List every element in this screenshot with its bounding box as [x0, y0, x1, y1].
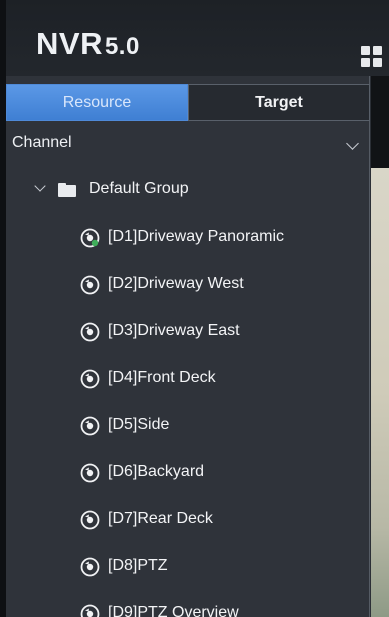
tab-resource[interactable]: Resource — [6, 84, 188, 121]
tree-item-camera[interactable]: [D6]Backyard — [6, 457, 370, 504]
tree-item-camera[interactable]: [D3]Driveway East — [6, 316, 370, 363]
camera-list: [D1]Driveway Panoramic [D2]Driveway West [… — [6, 222, 370, 617]
folder-icon — [58, 183, 76, 197]
tree-item-camera[interactable]: [D5]Side — [6, 410, 370, 457]
camera-label: [D5]Side — [108, 416, 170, 433]
top-bar: NVR5.0 — [6, 0, 389, 76]
layout-grid-icon[interactable] — [361, 46, 383, 68]
camera-online-icon — [80, 557, 100, 577]
camera-online-icon — [80, 275, 100, 295]
tab-target[interactable]: Target — [188, 84, 370, 121]
camera-online-icon — [80, 604, 100, 617]
camera-online-icon — [80, 228, 100, 248]
live-view-area[interactable] — [371, 76, 389, 617]
camera-label: [D2]Driveway West — [108, 275, 244, 292]
camera-online-icon — [80, 322, 100, 342]
app-logo: NVR5.0 — [36, 26, 140, 62]
camera-label: [D9]PTZ Overview — [108, 604, 239, 617]
brand-version: 5.0 — [104, 33, 140, 60]
camera-label: [D3]Driveway East — [108, 322, 240, 339]
chevron-down-icon[interactable] — [346, 137, 359, 150]
camera-label: [D8]PTZ — [108, 557, 168, 574]
camera-online-icon — [80, 463, 100, 483]
tree-item-camera[interactable]: [D8]PTZ — [6, 551, 370, 598]
camera-preview-image — [371, 168, 389, 617]
tree-item-camera[interactable]: [D9]PTZ Overview — [6, 598, 370, 617]
camera-label: [D4]Front Deck — [108, 369, 216, 386]
tree-group-default[interactable]: Default Group — [6, 176, 370, 204]
nvr-screen: NVR5.0 Resource Target Channel Default G… — [6, 0, 389, 617]
group-label: Default Group — [89, 180, 189, 197]
camera-online-icon — [80, 369, 100, 389]
brand-name: NVR — [36, 26, 103, 61]
camera-label: [D6]Backyard — [108, 463, 205, 480]
resource-panel: Resource Target Channel Default Group [D… — [6, 76, 370, 617]
tree-item-camera[interactable]: [D4]Front Deck — [6, 363, 370, 410]
camera-label: [D1]Driveway Panoramic — [108, 228, 285, 245]
tree-item-camera[interactable]: [D7]Rear Deck — [6, 504, 370, 551]
channel-tree-header[interactable]: Channel — [6, 130, 370, 158]
camera-online-icon — [80, 510, 100, 530]
channel-label: Channel — [12, 134, 72, 151]
chevron-down-icon[interactable] — [34, 180, 46, 192]
panel-tabs: Resource Target — [6, 84, 370, 121]
tree-item-camera[interactable]: [D2]Driveway West — [6, 269, 370, 316]
live-view-toolbar — [371, 76, 389, 168]
camera-label: [D7]Rear Deck — [108, 510, 213, 527]
camera-online-icon — [80, 416, 100, 436]
tree-item-camera[interactable]: [D1]Driveway Panoramic — [6, 222, 370, 269]
